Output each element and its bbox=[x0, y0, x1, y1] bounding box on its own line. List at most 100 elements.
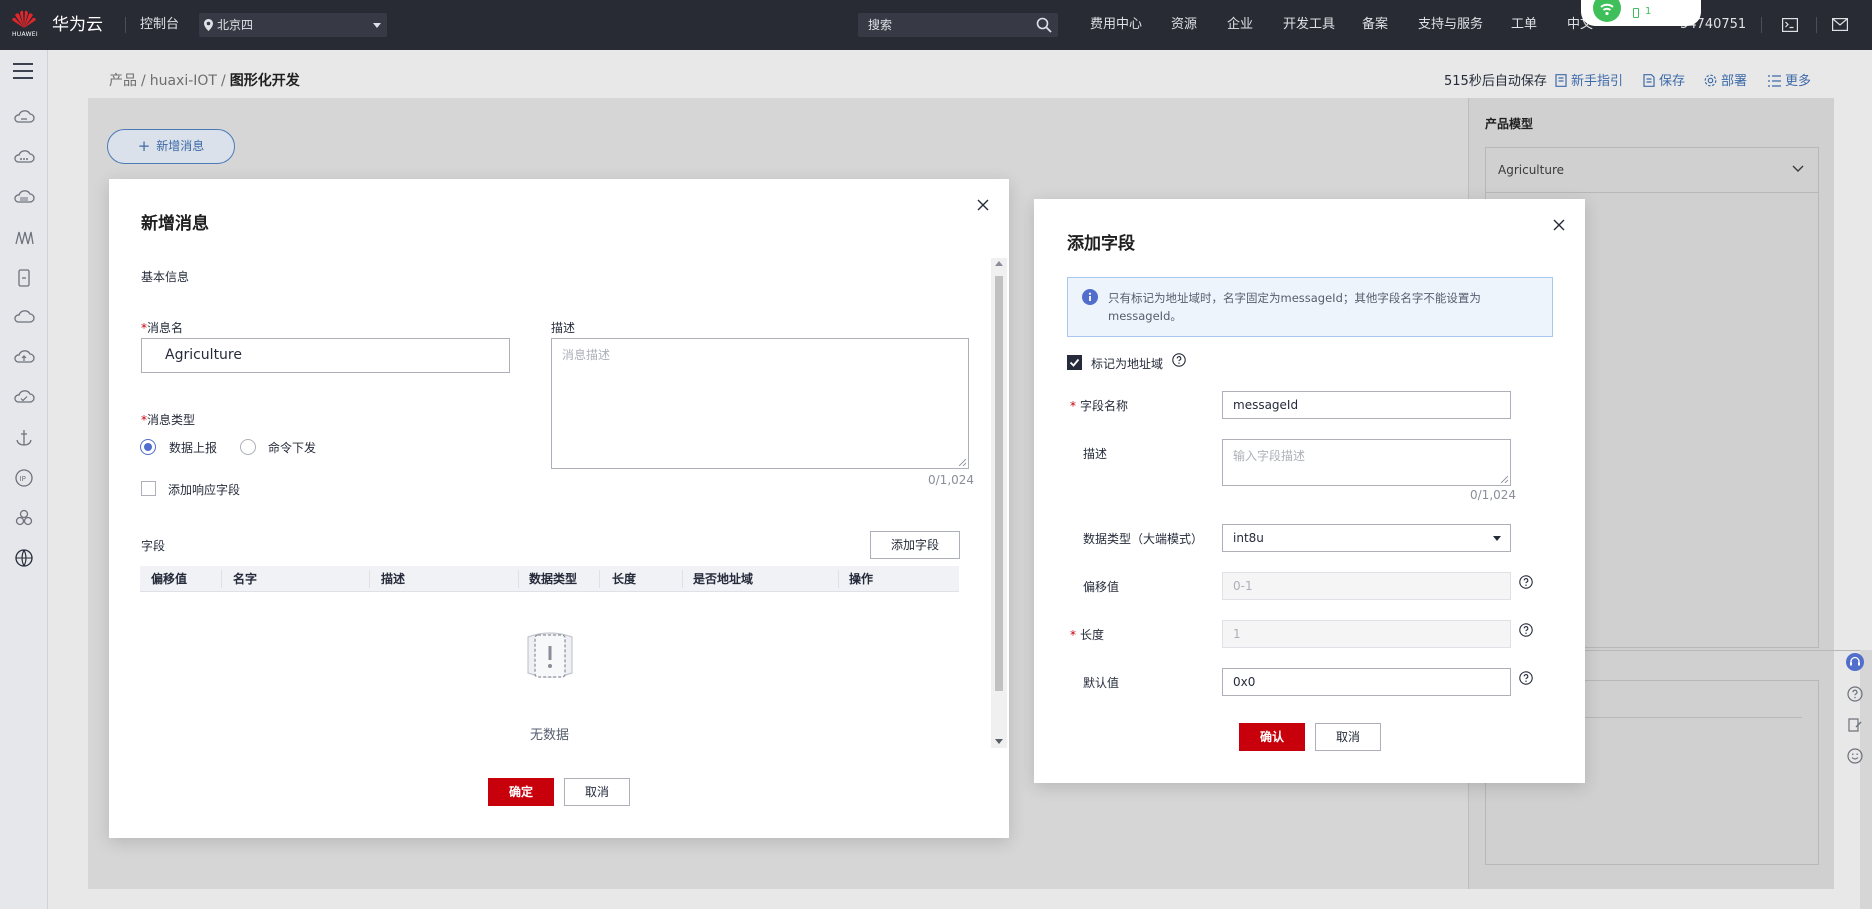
iot-analytics-icon[interactable] bbox=[13, 227, 35, 249]
nav-enterprise[interactable]: 企业 bbox=[1227, 0, 1253, 50]
message-confirm-button[interactable]: 确定 bbox=[488, 778, 554, 806]
field-desc-textarea[interactable]: 输入字段描述 bbox=[1222, 439, 1511, 486]
th-desc: 描述 bbox=[381, 572, 406, 586]
field-desc-placeholder: 输入字段描述 bbox=[1233, 449, 1306, 463]
radio-data-report[interactable] bbox=[140, 439, 156, 455]
message-desc-textarea[interactable]: 消息描述 bbox=[551, 338, 969, 469]
search-input[interactable]: 搜索 bbox=[858, 13, 1058, 37]
default-value-input[interactable]: 0x0 bbox=[1222, 668, 1511, 696]
nav-filing[interactable]: 备案 bbox=[1362, 0, 1388, 50]
help-circle-icon[interactable] bbox=[1519, 575, 1533, 589]
message-cancel-button[interactable]: 取消 bbox=[564, 778, 630, 806]
globe-icon[interactable] bbox=[13, 547, 35, 569]
cloud-storage-icon[interactable] bbox=[13, 187, 35, 209]
field-name-label: * 字段名称 bbox=[1070, 397, 1128, 414]
guide-button[interactable]: 新手指引 bbox=[1555, 70, 1623, 89]
radio-data-report-label[interactable]: 数据上报 bbox=[169, 439, 217, 456]
huawei-logo-icon[interactable] bbox=[11, 9, 37, 31]
region-selector[interactable]: 北京四 bbox=[199, 13, 387, 37]
headset-icon[interactable] bbox=[1846, 653, 1864, 671]
scroll-down-icon[interactable] bbox=[995, 739, 1003, 744]
terminal-icon[interactable] bbox=[1782, 18, 1798, 32]
add-field-button[interactable]: 添加字段 bbox=[870, 531, 960, 559]
product-model-select[interactable]: Agriculture bbox=[1485, 147, 1819, 193]
help-circle-icon[interactable] bbox=[1519, 623, 1533, 637]
breadcrumb-project[interactable]: huaxi-IOT bbox=[150, 73, 217, 89]
th-actions: 操作 bbox=[849, 572, 874, 586]
cloud-icon[interactable] bbox=[13, 307, 35, 329]
plus-icon: + bbox=[137, 137, 151, 155]
divider bbox=[1816, 17, 1817, 33]
add-response-label[interactable]: 添加响应字段 bbox=[168, 481, 240, 498]
scroll-up-icon[interactable] bbox=[995, 261, 1003, 266]
breadcrumb-products[interactable]: 产品 bbox=[109, 73, 137, 89]
nav-tickets[interactable]: 工单 bbox=[1511, 0, 1537, 50]
field-name-input[interactable]: messageId bbox=[1222, 391, 1511, 419]
close-icon[interactable] bbox=[976, 198, 990, 212]
nav-devtools[interactable]: 开发工具 bbox=[1283, 0, 1335, 50]
cloud-upload-icon[interactable] bbox=[13, 347, 35, 369]
deploy-button[interactable]: 部署 bbox=[1704, 70, 1747, 89]
list-icon bbox=[1768, 75, 1781, 87]
resize-handle-icon bbox=[959, 459, 966, 466]
field-cancel-button[interactable]: 取消 bbox=[1315, 723, 1381, 751]
th-name: 名字 bbox=[233, 572, 258, 586]
offset-label: 偏移值 bbox=[1083, 580, 1120, 594]
mail-icon[interactable] bbox=[1832, 18, 1848, 31]
data-type-select[interactable]: int8u bbox=[1222, 524, 1511, 552]
th-offset: 偏移值 bbox=[151, 572, 188, 586]
gear-icon bbox=[1704, 74, 1717, 87]
deploy-label: 部署 bbox=[1721, 74, 1748, 89]
add-response-checkbox[interactable] bbox=[141, 481, 156, 496]
caret-down-icon bbox=[373, 23, 381, 28]
help-circle-icon[interactable] bbox=[1172, 353, 1186, 367]
fields-label: 字段 bbox=[141, 539, 166, 553]
brand-name[interactable]: 华为云 bbox=[52, 0, 103, 50]
cloud-check-icon[interactable] bbox=[13, 387, 35, 409]
close-icon[interactable] bbox=[1552, 218, 1566, 232]
nav-support[interactable]: 支持与服务 bbox=[1418, 0, 1483, 50]
more-button[interactable]: 更多 bbox=[1768, 70, 1811, 89]
cluster-icon[interactable] bbox=[13, 507, 35, 529]
svg-text:IP: IP bbox=[20, 475, 26, 483]
search-icon[interactable] bbox=[1036, 17, 1052, 33]
empty-data-text: 无数据 bbox=[530, 728, 570, 743]
console-link[interactable]: 控制台 bbox=[140, 0, 179, 50]
radio-command[interactable] bbox=[240, 439, 256, 455]
device-icon[interactable] bbox=[13, 267, 35, 289]
length-input: 1 bbox=[1222, 620, 1511, 648]
edit-note-icon[interactable] bbox=[1847, 717, 1863, 733]
add-message-dialog-title: 新增消息 bbox=[141, 214, 209, 234]
scroll-thumb[interactable] bbox=[995, 276, 1003, 691]
help-icon[interactable] bbox=[1847, 686, 1863, 702]
mark-address-checkbox[interactable] bbox=[1067, 355, 1082, 370]
nav-billing[interactable]: 费用中心 bbox=[1090, 0, 1142, 50]
column-divider bbox=[682, 570, 683, 588]
feedback-smile-icon[interactable] bbox=[1847, 748, 1863, 764]
column-divider bbox=[599, 570, 600, 588]
nav-resources[interactable]: 资源 bbox=[1171, 0, 1197, 50]
help-circle-icon[interactable] bbox=[1519, 671, 1533, 685]
th-datatype: 数据类型 bbox=[529, 572, 578, 586]
anchor-icon[interactable] bbox=[13, 427, 35, 449]
dialog-scrollbar[interactable] bbox=[991, 258, 1007, 748]
cloud-server-icon[interactable] bbox=[13, 107, 35, 129]
menu-icon[interactable] bbox=[13, 63, 33, 79]
ip-icon[interactable]: IP bbox=[13, 467, 35, 489]
length-label: * 长度 bbox=[1070, 626, 1104, 643]
service-sidebar: IP bbox=[0, 50, 48, 909]
add-message-button[interactable]: + 新增消息 bbox=[107, 129, 235, 164]
field-confirm-button[interactable]: 确认 bbox=[1239, 723, 1305, 751]
save-icon bbox=[1643, 74, 1655, 87]
chevron-down-icon bbox=[1792, 165, 1804, 173]
th-length: 长度 bbox=[612, 572, 637, 586]
message-name-input[interactable]: Agriculture bbox=[141, 338, 510, 373]
autosave-status: 515秒后自动保存 bbox=[1444, 74, 1547, 89]
radio-command-label[interactable]: 命令下发 bbox=[268, 439, 316, 456]
resize-handle-icon bbox=[1501, 476, 1508, 483]
product-model-title: 产品模型 bbox=[1485, 117, 1534, 131]
save-button[interactable]: 保存 bbox=[1643, 70, 1685, 89]
mark-address-label[interactable]: 标记为地址域 bbox=[1091, 355, 1163, 372]
cloud-network-icon[interactable] bbox=[13, 147, 35, 169]
empty-data-icon bbox=[523, 629, 577, 683]
